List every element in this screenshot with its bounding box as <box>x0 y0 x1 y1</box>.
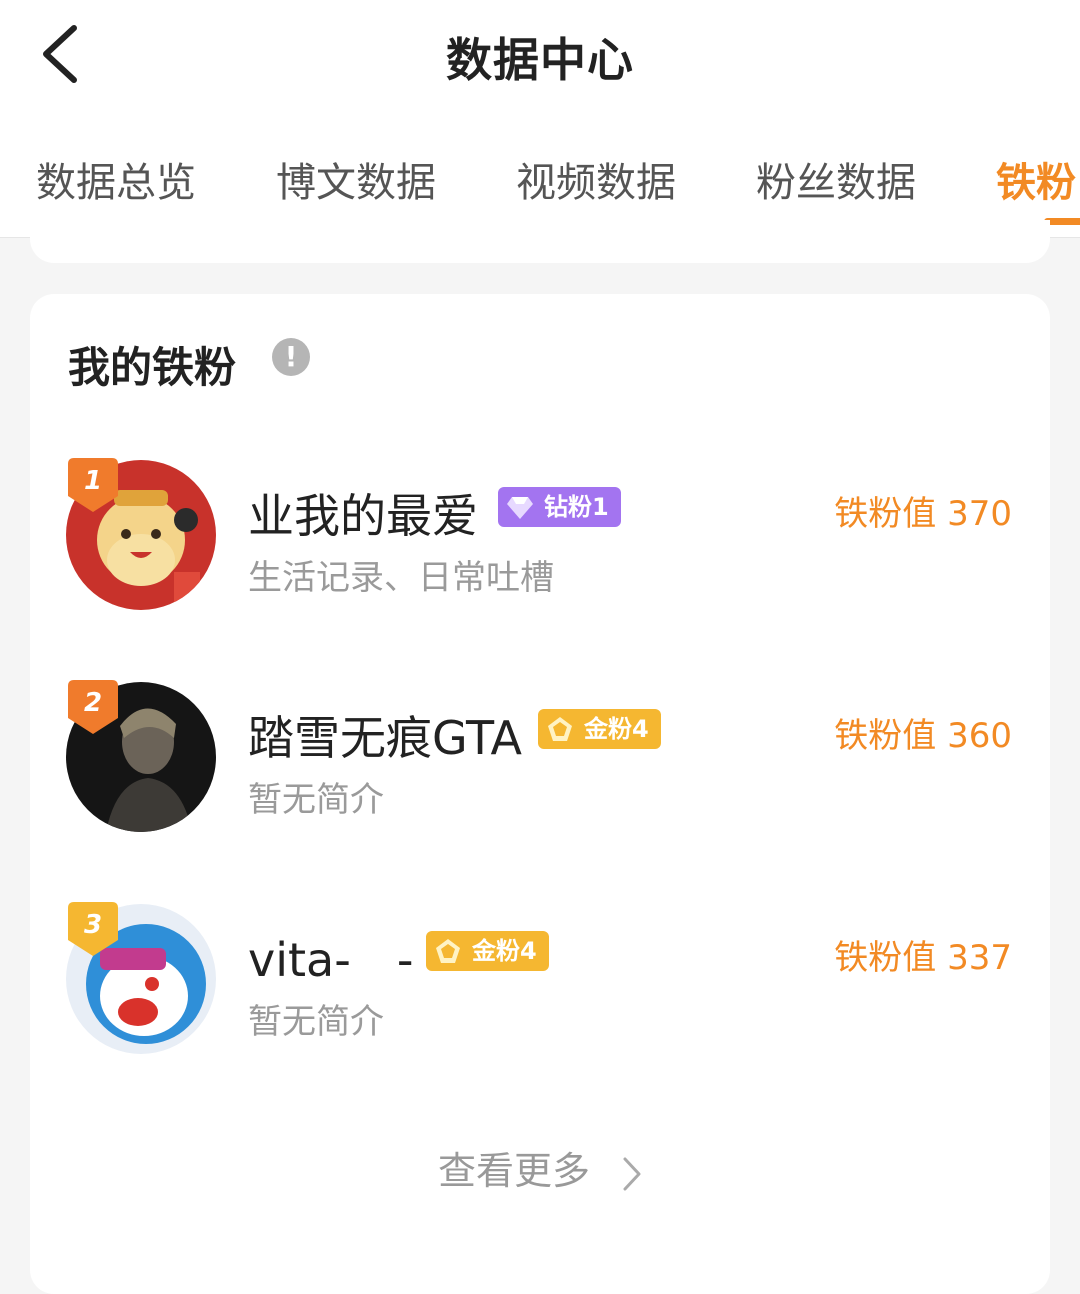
tab-fan-data[interactable]: 粉丝数据 <box>756 150 916 208</box>
iron-fan-value: 铁粉值 360 <box>834 716 1012 756</box>
fan-bio: 暂无简介 <box>248 780 384 820</box>
fan-bio: 生活记录、日常吐槽 <box>248 558 554 598</box>
iron-fan-value: 铁粉值 370 <box>834 494 1012 534</box>
badge-label: 金粉4 <box>584 715 649 743</box>
rank-badge: 1 <box>68 458 118 512</box>
page-title: 数据中心 <box>446 33 634 87</box>
top-bar: 数据中心 数据总览 博文数据 视频数据 粉丝数据 铁粉 <box>0 0 1080 238</box>
tab-post-data[interactable]: 博文数据 <box>276 150 436 208</box>
tab-iron-fans[interactable]: 铁粉 <box>996 150 1076 208</box>
tab-bar: 数据总览 博文数据 视频数据 粉丝数据 铁粉 <box>0 150 1080 210</box>
fan-row[interactable]: 3 vita- - 金粉4 暂无简介 铁粉值 337 <box>30 902 1050 1054</box>
chevron-right-icon <box>623 1157 641 1190</box>
rank-badge: 3 <box>68 902 118 956</box>
fan-level-badge: 金粉4 <box>426 931 549 971</box>
view-more-link[interactable]: 查看更多 <box>30 1140 1050 1195</box>
rank-number: 1 <box>83 466 103 496</box>
rank-badge: 2 <box>68 680 118 734</box>
tab-video-data[interactable]: 视频数据 <box>516 150 676 208</box>
iron-fans-card: 我的铁粉 ! 1 业我的最爱 钻粉1 生活记录、日常吐槽 铁粉值 370 2 踏… <box>30 294 1050 1294</box>
fan-row[interactable]: 2 踏雪无痕GTA 金粉4 暂无简介 铁粉值 360 <box>30 680 1050 832</box>
fan-name[interactable]: 踏雪无痕GTA <box>248 702 522 768</box>
fan-level-badge: 钻粉1 <box>498 487 621 527</box>
info-icon[interactable]: ! <box>272 338 310 376</box>
section-title: 我的铁粉 <box>68 343 237 392</box>
view-more-label: 查看更多 <box>437 1149 590 1193</box>
tab-overview[interactable]: 数据总览 <box>36 150 196 208</box>
diamond-icon <box>507 497 533 519</box>
gold-gem-icon <box>548 717 572 741</box>
fan-level-badge: 金粉4 <box>538 709 661 749</box>
fan-bio: 暂无简介 <box>248 1002 384 1042</box>
iron-fan-value: 铁粉值 337 <box>834 938 1012 978</box>
fan-name[interactable]: vita- - <box>248 924 413 990</box>
badge-label: 钻粉1 <box>544 493 609 521</box>
rank-number: 3 <box>83 910 103 940</box>
rank-number: 2 <box>83 688 103 718</box>
fan-row[interactable]: 1 业我的最爱 钻粉1 生活记录、日常吐槽 铁粉值 370 <box>30 458 1050 610</box>
gold-gem-icon <box>436 939 460 963</box>
badge-label: 金粉4 <box>472 937 537 965</box>
fan-name[interactable]: 业我的最爱 <box>248 480 478 546</box>
previous-card-bottom <box>30 220 1050 263</box>
